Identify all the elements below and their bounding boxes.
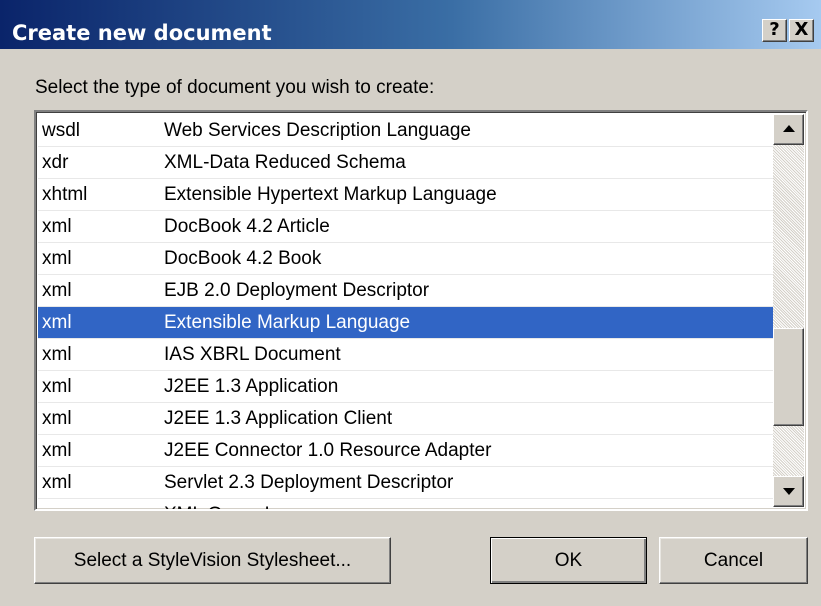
list-item-description: Extensible Markup Language bbox=[164, 312, 411, 333]
list-item-extension: xml bbox=[42, 280, 72, 301]
list-item-extension: xq bbox=[42, 499, 62, 509]
close-icon[interactable]: X bbox=[789, 19, 814, 42]
list-item-description: DocBook 4.2 Book bbox=[164, 248, 322, 269]
list-item-description: IAS XBRL Document bbox=[164, 344, 341, 365]
list-item-extension: xhtml bbox=[42, 184, 88, 205]
ok-button[interactable]: OK bbox=[490, 537, 647, 584]
prompt-label: Select the type of document you wish to … bbox=[35, 77, 435, 98]
list-item-extension: xml bbox=[42, 472, 72, 493]
list-item-description: Web Services Description Language bbox=[164, 120, 471, 141]
list-item[interactable]: xml EJB 2.0 Deployment Descriptor bbox=[38, 275, 773, 307]
list-item-extension: xml bbox=[42, 216, 72, 237]
list-item-description: Extensible Hypertext Markup Language bbox=[164, 184, 497, 205]
list-item[interactable]: xml DocBook 4.2 Article bbox=[38, 211, 773, 243]
list-item[interactable]: xml J2EE 1.3 Application bbox=[38, 371, 773, 403]
list-item-description: J2EE 1.3 Application Client bbox=[164, 408, 393, 429]
list-item[interactable]: xq XML Query Language bbox=[38, 499, 773, 509]
vertical-scrollbar[interactable] bbox=[773, 114, 804, 507]
list-item[interactable]: xml Extensible Markup Language bbox=[38, 307, 773, 339]
list-item[interactable]: xml DocBook 4.2 Book bbox=[38, 243, 773, 275]
list-item[interactable]: xml Servlet 2.3 Deployment Descriptor bbox=[38, 467, 773, 499]
scrollbar-thumb[interactable] bbox=[773, 328, 804, 426]
scroll-down-button[interactable] bbox=[773, 476, 804, 507]
list-item-extension: xml bbox=[42, 248, 72, 269]
arrow-up-icon bbox=[783, 125, 795, 132]
select-stylesheet-button[interactable]: Select a StyleVision Stylesheet... bbox=[34, 537, 391, 584]
create-new-document-dialog: Create new document ? X Select the type … bbox=[0, 0, 821, 606]
scroll-up-button[interactable] bbox=[773, 114, 804, 145]
list-item-description: EJB 2.0 Deployment Descriptor bbox=[164, 280, 430, 301]
document-type-list[interactable]: wsdl Web Services Description Language xdr… bbox=[34, 110, 808, 511]
window-title: Create new document bbox=[12, 21, 272, 45]
help-icon[interactable]: ? bbox=[762, 19, 787, 42]
title-bar[interactable]: Create new document ? X bbox=[0, 0, 821, 50]
list-item-extension: xml bbox=[42, 312, 72, 333]
list-item-description: XML Query Language bbox=[164, 499, 349, 509]
list-item-description: J2EE Connector 1.0 Resource Adapter bbox=[164, 440, 492, 461]
list-item[interactable]: xhtml Extensible Hypertext Markup Languag… bbox=[38, 179, 773, 211]
list-item[interactable]: wsdl Web Services Description Language bbox=[38, 115, 773, 147]
list-item-extension: xml bbox=[42, 408, 72, 429]
list-item-extension: xml bbox=[42, 344, 72, 365]
list-item-description: Servlet 2.3 Deployment Descriptor bbox=[164, 472, 454, 493]
list-item-description: DocBook 4.2 Article bbox=[164, 216, 330, 237]
list-item-extension: xml bbox=[42, 376, 72, 397]
list-item[interactable]: xml J2EE 1.3 Application Client bbox=[38, 403, 773, 435]
list-item-description: XML-Data Reduced Schema bbox=[164, 152, 406, 173]
list-item-extension: xdr bbox=[42, 152, 69, 173]
list-item[interactable]: xdr XML-Data Reduced Schema bbox=[38, 147, 773, 179]
list-item-description: J2EE 1.3 Application bbox=[164, 376, 339, 397]
list-item-extension: xml bbox=[42, 440, 72, 461]
list-item[interactable]: xml IAS XBRL Document bbox=[38, 339, 773, 371]
list-item[interactable]: xml J2EE Connector 1.0 Resource Adapter bbox=[38, 435, 773, 467]
cancel-button[interactable]: Cancel bbox=[659, 537, 808, 584]
list-item-extension: wsdl bbox=[42, 120, 81, 141]
list-rows: wsdl Web Services Description Language xdr… bbox=[38, 115, 773, 509]
arrow-down-icon bbox=[783, 488, 795, 495]
